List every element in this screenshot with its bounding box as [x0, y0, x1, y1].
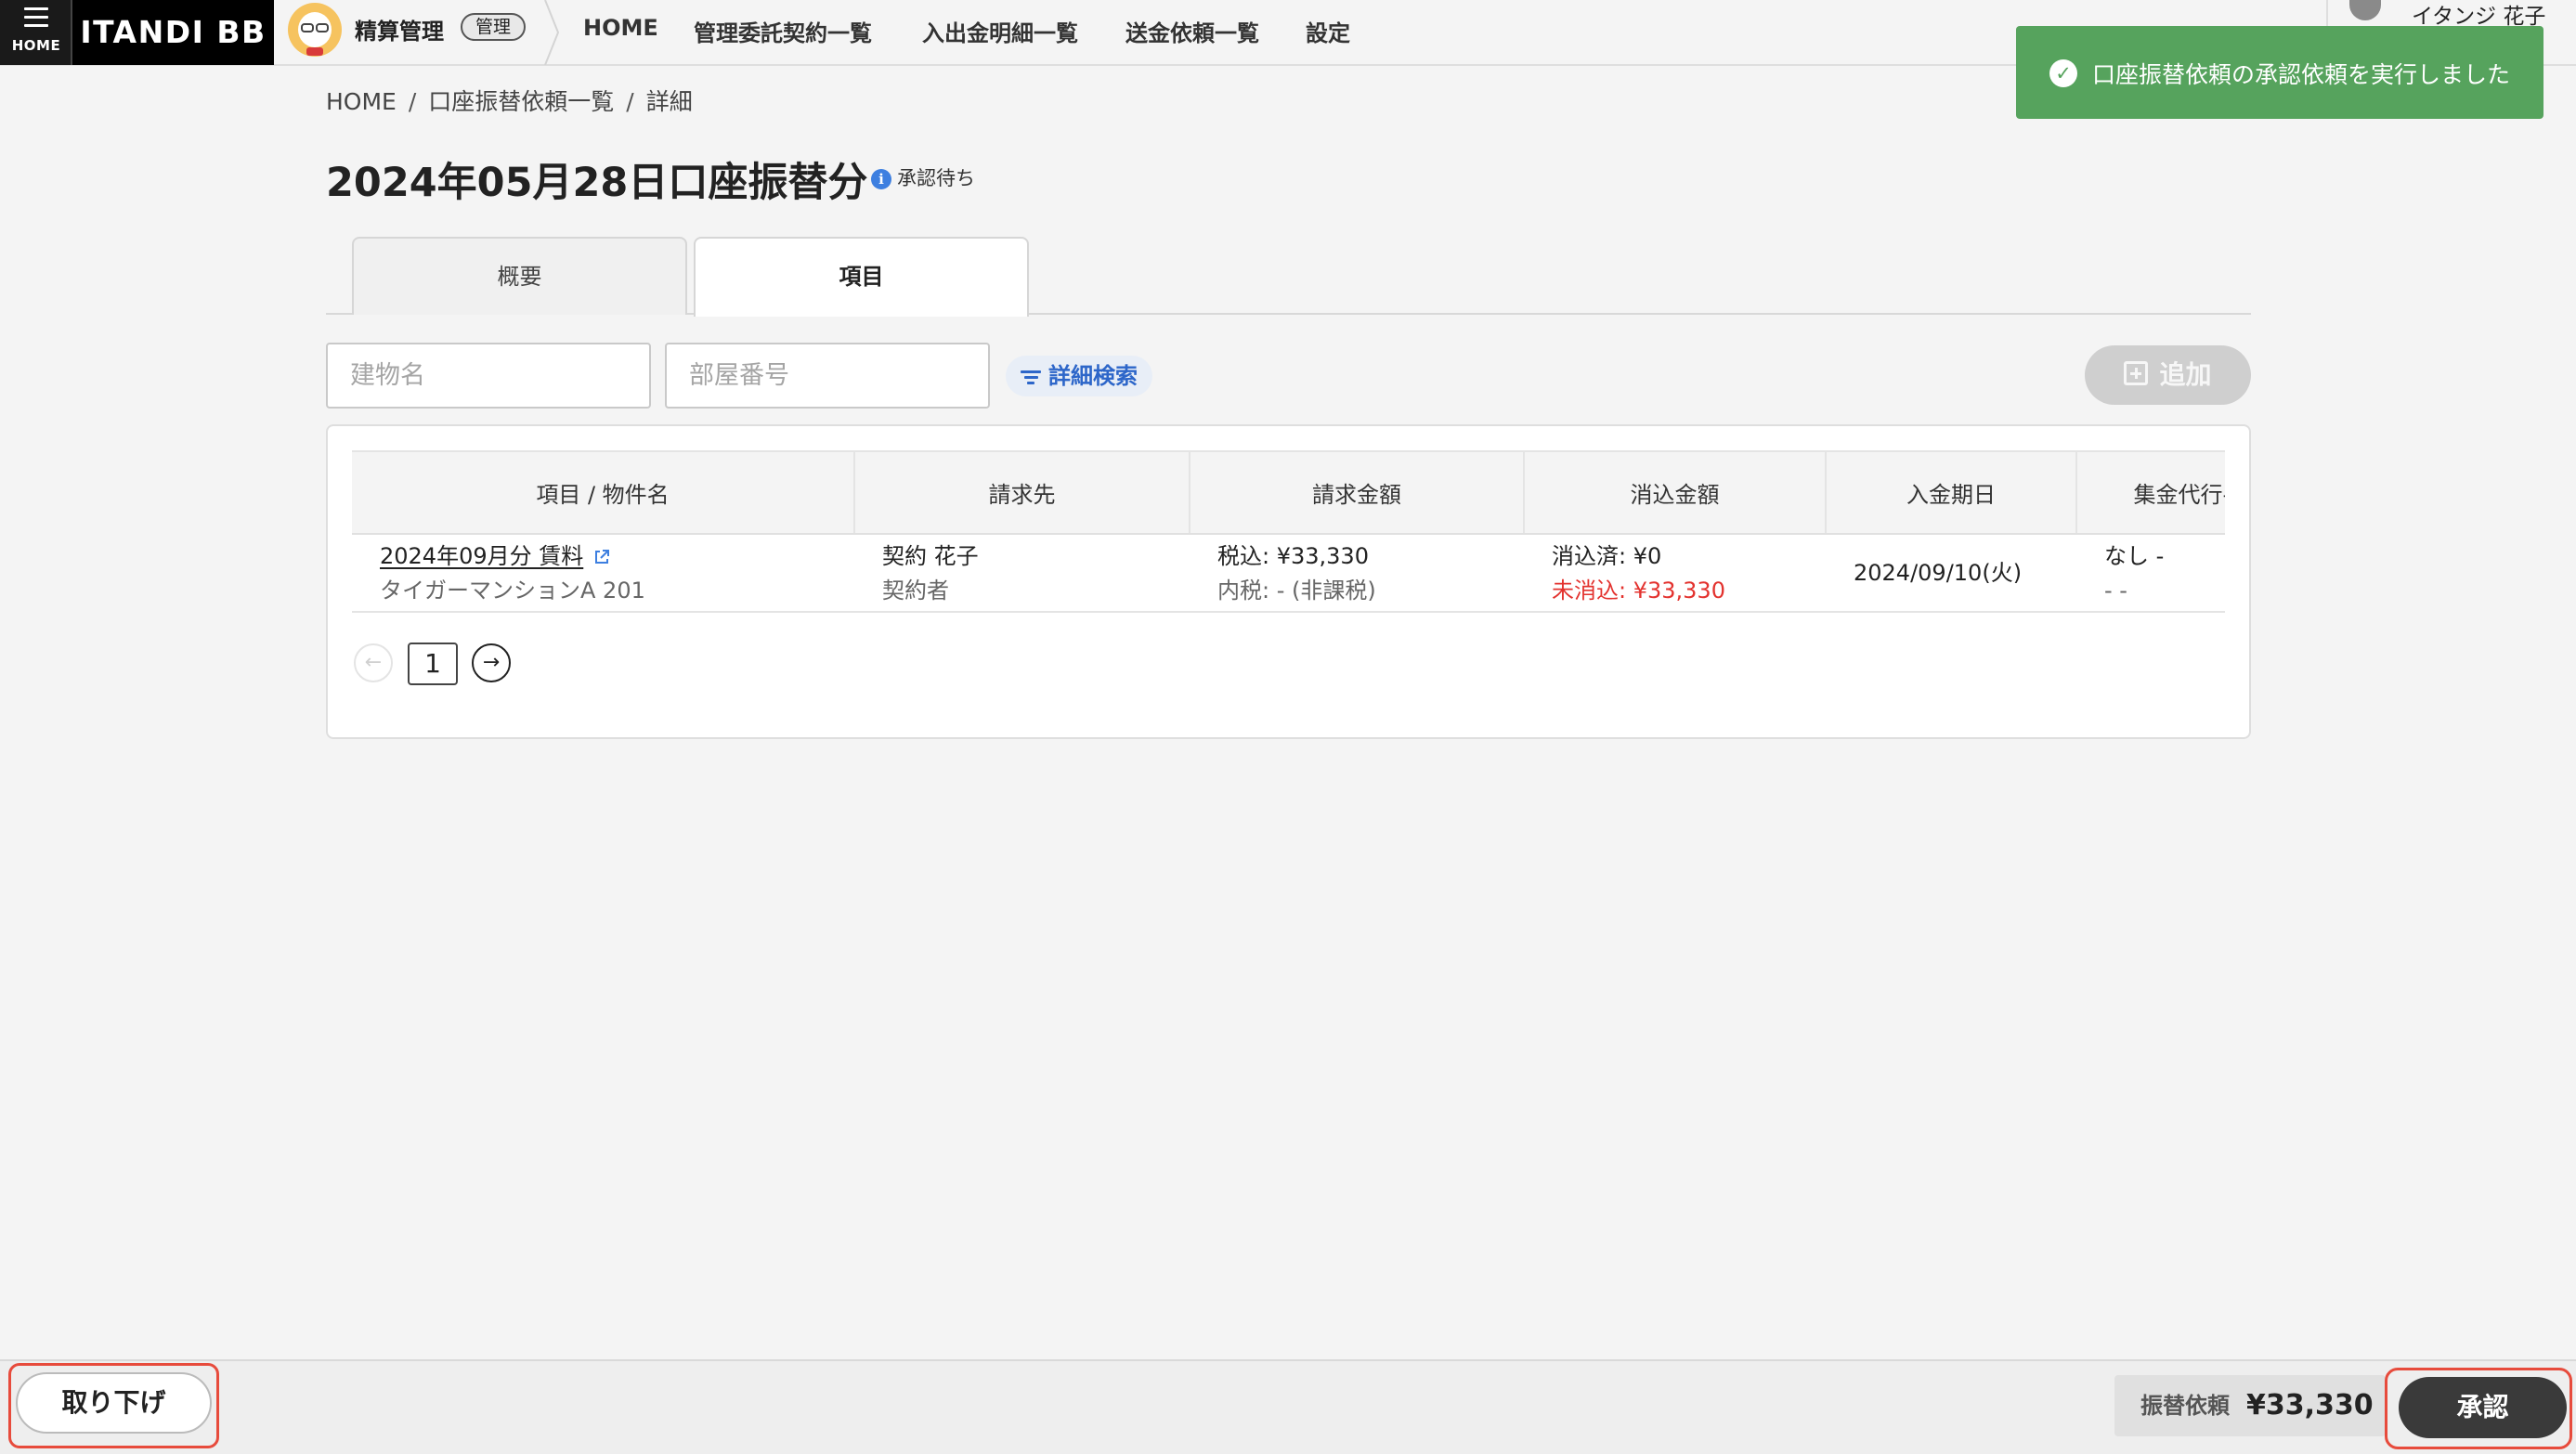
- info-icon: i: [871, 169, 891, 189]
- nav-deposit-withdrawal-list[interactable]: 入出金明細一覧: [922, 15, 1078, 47]
- app-selector-chevron-icon: [544, 0, 560, 65]
- col-header-billing-amount: 請求金額: [1190, 450, 1525, 535]
- check-circle-icon: ✓: [2049, 59, 2077, 87]
- external-link-icon[interactable]: [592, 548, 611, 566]
- arrow-left-icon: ←: [364, 651, 383, 674]
- cell-billing-to: 契約 花子 契約者: [854, 534, 1190, 613]
- status-label: 承認待ち: [897, 167, 975, 189]
- add-button[interactable]: 追加: [2085, 345, 2251, 405]
- agency-line-1: なし -: [2104, 543, 2165, 569]
- property-name: タイガーマンションA 201: [380, 578, 645, 604]
- col-header-cleared-amount: 消込金額: [1524, 450, 1827, 535]
- tab-overview[interactable]: 概要: [352, 237, 687, 315]
- billing-role: 契約者: [882, 578, 949, 604]
- home-menu-label: HOME: [11, 37, 61, 54]
- building-name-input[interactable]: [326, 343, 651, 409]
- page-title: 2024年05月28日口座振替分: [326, 160, 868, 206]
- table-header-row: 項目 / 物件名 請求先 請求金額 消込金額 入金期日 集金代行手: [352, 450, 2225, 535]
- uncleared-amount: 未消込: ¥33,330: [1552, 578, 1725, 604]
- breadcrumb-home[interactable]: HOME: [326, 88, 397, 115]
- items-table: 項目 / 物件名 請求先 請求金額 消込金額 入金期日 集金代行手 2024年0…: [352, 450, 2225, 613]
- nav-remittance-requests[interactable]: 送金依頼一覧: [1125, 15, 1259, 47]
- breadcrumb-current: 詳細: [645, 88, 693, 115]
- item-link[interactable]: 2024年09月分 賃料: [380, 543, 583, 569]
- transfer-amount: ¥33,330: [2246, 1389, 2374, 1422]
- amount-incl-tax: 税込: ¥33,330: [1217, 543, 1369, 569]
- advanced-search-label: 詳細検索: [1048, 363, 1138, 389]
- col-header-billing-to: 請求先: [854, 450, 1190, 535]
- cleared-amount: 消込済: ¥0: [1552, 543, 1662, 569]
- transfer-label: 振替依頼: [2140, 1393, 2230, 1419]
- pagination-prev-button[interactable]: ←: [354, 643, 393, 682]
- cell-item: 2024年09月分 賃料 タイガーマンションA 201: [352, 534, 854, 613]
- col-header-item: 項目 / 物件名: [352, 450, 855, 535]
- due-date: 2024/09/10(火): [1854, 560, 2023, 586]
- filter-icon: [1021, 368, 1041, 387]
- pagination-page[interactable]: 1: [408, 643, 458, 685]
- tab-items[interactable]: 項目: [694, 237, 1029, 317]
- breadcrumb-transfer-list[interactable]: 口座振替依頼一覧: [428, 88, 614, 115]
- col-header-collection-agency: 集金代行手: [2076, 450, 2225, 535]
- nav-settings[interactable]: 設定: [1306, 15, 1350, 47]
- nav-home[interactable]: HOME: [583, 15, 658, 41]
- home-menu-button[interactable]: HOME: [0, 0, 72, 65]
- hamburger-icon: [24, 7, 48, 32]
- toast-message: 口座振替依頼の承認依頼を実行しました: [2092, 61, 2511, 88]
- status-badge: i 承認待ち: [871, 163, 975, 193]
- room-number-input[interactable]: [665, 343, 990, 409]
- billing-name: 契約 花子: [882, 543, 979, 569]
- add-button-label: 追加: [2159, 359, 2212, 390]
- breadcrumb: HOME / 口座振替依頼一覧 / 詳細: [326, 88, 693, 115]
- approve-button[interactable]: 承認: [2399, 1377, 2567, 1438]
- app-mascot-icon: [288, 3, 342, 57]
- success-toast: ✓ 口座振替依頼の承認依頼を実行しました: [2016, 26, 2543, 119]
- table-row: 2024年09月分 賃料 タイガーマンションA 201 契約 花子 契約者 税込…: [352, 534, 2225, 613]
- itandi-bb-logo[interactable]: ITANDI BB: [72, 0, 274, 65]
- pagination-next-button[interactable]: →: [472, 643, 511, 682]
- agency-line-2: - -: [2104, 578, 2127, 604]
- col-header-due-date: 入金期日: [1826, 450, 2077, 535]
- advanced-search-button[interactable]: 詳細検索: [1006, 356, 1152, 396]
- cell-collection-agency: なし - - -: [2076, 534, 2225, 613]
- add-icon: [2124, 361, 2149, 385]
- cell-cleared-amount: 消込済: ¥0 未消込: ¥33,330: [1524, 534, 1826, 613]
- cell-due-date: 2024/09/10(火): [1826, 534, 2076, 613]
- app-role-badge: 管理: [461, 13, 527, 41]
- cell-billing-amount: 税込: ¥33,330 内税: - (非課税): [1190, 534, 1524, 613]
- amount-tax: 内税: - (非課税): [1217, 578, 1376, 604]
- transfer-total: 振替依頼 ¥33,330: [2114, 1375, 2386, 1436]
- app-name: 精算管理: [355, 19, 444, 45]
- items-table-scroll[interactable]: 項目 / 物件名 請求先 請求金額 消込金額 入金期日 集金代行手 2024年0…: [352, 450, 2225, 613]
- nav-management-contracts[interactable]: 管理委託契約一覧: [694, 15, 872, 47]
- withdraw-button[interactable]: 取り下げ: [16, 1372, 212, 1434]
- arrow-right-icon: →: [482, 651, 501, 674]
